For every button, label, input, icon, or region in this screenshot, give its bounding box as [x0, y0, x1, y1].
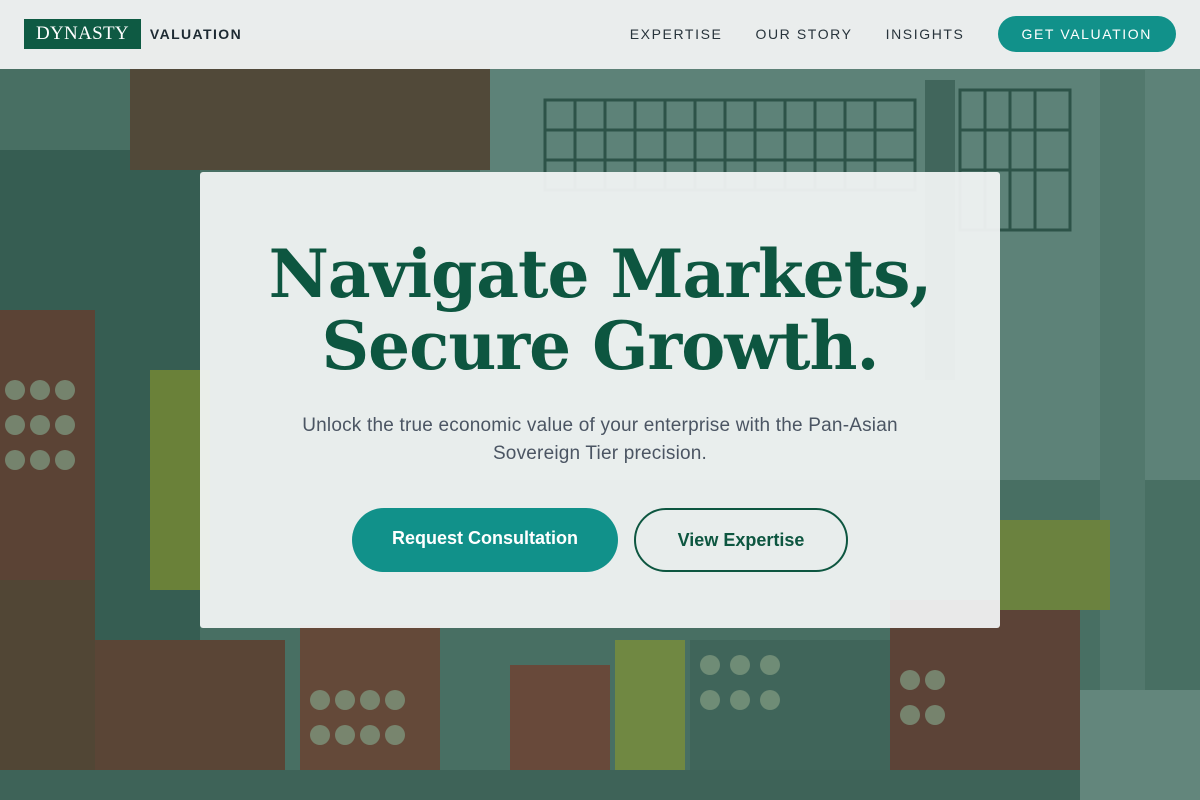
request-consultation-button[interactable]: Request Consultation	[352, 508, 618, 572]
view-expertise-button[interactable]: View Expertise	[634, 508, 848, 572]
hero-card: Navigate Markets, Secure Growth. Unlock …	[200, 172, 1000, 628]
brand-suffix: VALUATION	[149, 26, 243, 42]
main-nav: EXPERTISE OUR STORY INSIGHTS GET VALUATI…	[630, 16, 1176, 52]
hero-subtitle: Unlock the true economic value of your e…	[302, 415, 898, 464]
hero-headline: Navigate Markets, Secure Growth.	[200, 238, 1000, 382]
get-valuation-button[interactable]: GET VALUATION	[997, 16, 1176, 52]
nav-link-expertise[interactable]: EXPERTISE	[630, 26, 723, 42]
brand-logo[interactable]: DYNASTY VALUATION	[24, 19, 242, 49]
brand-name: DYNASTY	[24, 19, 141, 49]
headline-line-1: Navigate Markets,	[268, 235, 933, 313]
nav-link-our-story[interactable]: OUR STORY	[755, 26, 852, 42]
headline-line-2: Secure Growth.	[321, 307, 880, 385]
hero-actions: Request Consultation View Expertise	[200, 508, 1000, 572]
top-navigation-bar: DYNASTY VALUATION EXPERTISE OUR STORY IN…	[0, 0, 1200, 69]
nav-link-insights[interactable]: INSIGHTS	[886, 26, 965, 42]
